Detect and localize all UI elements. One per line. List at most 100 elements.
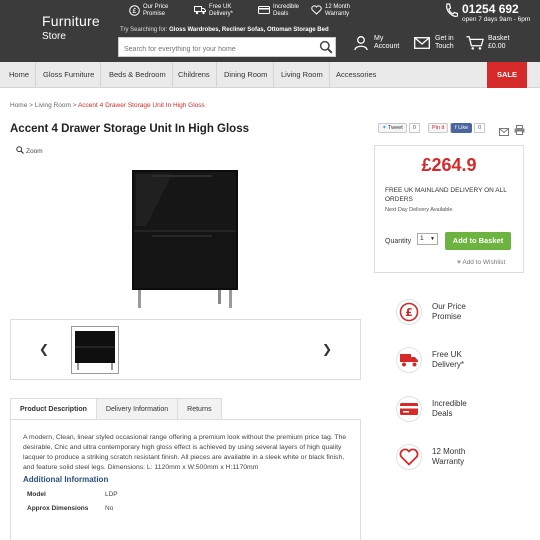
feature-line2: Deals	[432, 409, 453, 418]
usp-line2: Deals	[273, 10, 289, 17]
facebook-like-button[interactable]: f Like	[451, 123, 473, 133]
user-icon	[352, 34, 370, 52]
breadcrumb-separator: >	[70, 102, 78, 109]
truck-icon	[194, 4, 206, 16]
feature-line1: Our Price	[432, 302, 466, 312]
breadcrumb: Home > Living Room > Accent 4 Drawer Sto…	[10, 102, 205, 109]
usp-free-delivery[interactable]: Free UK Delivery*	[194, 4, 233, 18]
next-day-note: Next Day Delivery Available	[385, 207, 453, 213]
svg-text:£: £	[405, 306, 413, 319]
feature-line2: Warranty	[432, 457, 465, 466]
pin-it-button[interactable]: Pin it	[428, 123, 449, 133]
feature-incredible-deals[interactable]: Incredible Deals	[396, 396, 492, 422]
nav-childrens[interactable]: Childrens	[172, 62, 217, 88]
store-logo[interactable]: Furniture Store	[42, 14, 100, 42]
spec-key: Model	[27, 491, 46, 499]
usp-incredible-deals[interactable]: Incredible Deals	[258, 4, 299, 18]
zoom-label: Zoom	[26, 147, 43, 155]
try-terms[interactable]: Gloss Wardrobes, Recliner Sofas, Ottoman…	[169, 27, 328, 33]
tab-panel-description: A modern, Clean, linear styled occasiona…	[10, 419, 361, 540]
usp-price-promise[interactable]: £ Our Price Promise	[128, 4, 168, 18]
nav-accessories[interactable]: Accessories	[330, 62, 382, 88]
heart-icon	[310, 4, 322, 16]
quantity-select[interactable]: 1 ▼	[417, 233, 438, 245]
usp-line1: Free UK	[209, 4, 232, 10]
card-icon	[396, 396, 422, 422]
opening-hours: open 7 days 9am - 6pm	[462, 16, 531, 23]
spec-value: No	[105, 505, 114, 513]
email-icon[interactable]	[499, 123, 509, 141]
like-count: 0	[474, 123, 486, 133]
quantity-value: 1	[420, 235, 424, 242]
facebook-icon: f	[455, 125, 457, 131]
price-box: £264.9 FREE UK MAINLAND DELIVERY ON ALL …	[374, 145, 524, 273]
get-in-touch-link[interactable]: Get in Touch	[413, 34, 454, 52]
search-icon[interactable]	[319, 40, 333, 54]
my-account-link[interactable]: My Account	[352, 34, 399, 52]
try-searching: Try Searching for: Gloss Wardrobes, Recl…	[120, 27, 329, 33]
breadcrumb-separator: >	[27, 102, 35, 109]
site-header: Furniture Store £ Our Price Promise Free …	[0, 0, 540, 62]
add-to-basket-button[interactable]: Add to Basket	[445, 232, 511, 250]
chevron-down-icon: ▼	[430, 236, 435, 242]
additional-info-heading: Additional Information	[23, 475, 109, 485]
feature-price-promise[interactable]: £ Our Price Promise	[396, 299, 492, 325]
account-line1: My	[374, 35, 384, 43]
like-label: Like	[458, 125, 469, 131]
svg-text:£: £	[132, 7, 136, 15]
card-icon	[258, 4, 270, 16]
main-product-image[interactable]	[122, 166, 248, 314]
feature-line1: 12 Month	[432, 447, 466, 457]
nav-gloss-furniture[interactable]: Gloss Furniture	[37, 62, 102, 88]
touch-line2: Touch	[435, 43, 454, 50]
nav-beds-bedroom[interactable]: Beds & Bedroom	[103, 62, 173, 88]
tweet-button[interactable]: ✦ Tweet	[378, 123, 407, 133]
envelope-icon	[413, 34, 431, 52]
tab-product-description[interactable]: Product Description	[10, 398, 97, 420]
heart-icon: ♥	[457, 259, 461, 266]
zoom-control[interactable]: Zoom	[16, 146, 43, 156]
spec-row: Model LDP	[23, 491, 348, 498]
breadcrumb-home[interactable]: Home	[10, 102, 27, 109]
chevron-left-icon[interactable]: ❮	[39, 342, 49, 356]
chevron-right-icon[interactable]: ❯	[322, 342, 332, 356]
nav-dining-room[interactable]: Dining Room	[218, 62, 275, 88]
search-input[interactable]	[119, 40, 309, 59]
feature-free-delivery[interactable]: Free UK Delivery*	[396, 347, 492, 373]
account-line2: Account	[374, 43, 400, 50]
phone-number: 01254 692	[462, 2, 519, 16]
delivery-note: FREE UK MAINLAND DELIVERY ON ALL ORDERS	[385, 187, 507, 203]
basket-link[interactable]: Basket £0.00	[466, 34, 509, 52]
usp-warranty[interactable]: 12 Month Warranty	[310, 4, 350, 18]
add-to-wishlist-link[interactable]: ♥ Add to Wishlist	[457, 259, 505, 266]
logo-line2: Store	[42, 31, 66, 42]
thumbnail-image[interactable]	[71, 326, 119, 374]
nav-home[interactable]: Home	[3, 62, 37, 88]
phone-contact[interactable]: 01254 692 open 7 days 9am - 6pm	[444, 3, 530, 24]
logo-line1: Furniture	[42, 13, 100, 29]
print-icon[interactable]	[514, 122, 525, 140]
tweet-count: 0	[408, 123, 420, 133]
usp-line2: Delivery*	[209, 10, 234, 17]
basket-line1: Basket	[488, 35, 510, 43]
product-tabs: Product Description Delivery Information…	[10, 398, 222, 420]
spec-key: Approx Dimensions	[27, 505, 89, 513]
basket-total: £0.00	[488, 43, 506, 50]
facebook-share: f Like 0	[451, 123, 486, 133]
feature-line1: Free UK	[432, 350, 462, 360]
nav-sale[interactable]: SALE	[487, 62, 527, 88]
basket-icon	[466, 34, 484, 52]
search-box	[118, 37, 336, 59]
nav-living-room[interactable]: Living Room	[275, 62, 330, 88]
product-price: £264.9	[421, 155, 477, 175]
twitter-icon: ✦	[382, 125, 387, 131]
breadcrumb-living-room[interactable]: Living Room	[35, 102, 71, 109]
try-label: Try Searching for:	[120, 27, 168, 33]
tab-returns[interactable]: Returns	[177, 398, 222, 419]
usp-line2: Promise	[143, 10, 166, 17]
product-description: A modern, Clean, linear styled occasiona…	[23, 434, 347, 471]
feature-line2: Delivery*	[432, 360, 465, 369]
feature-warranty[interactable]: 12 Month Warranty	[396, 444, 492, 470]
tab-delivery-information[interactable]: Delivery Information	[95, 398, 179, 419]
spec-row: Approx Dimensions No	[23, 505, 348, 512]
